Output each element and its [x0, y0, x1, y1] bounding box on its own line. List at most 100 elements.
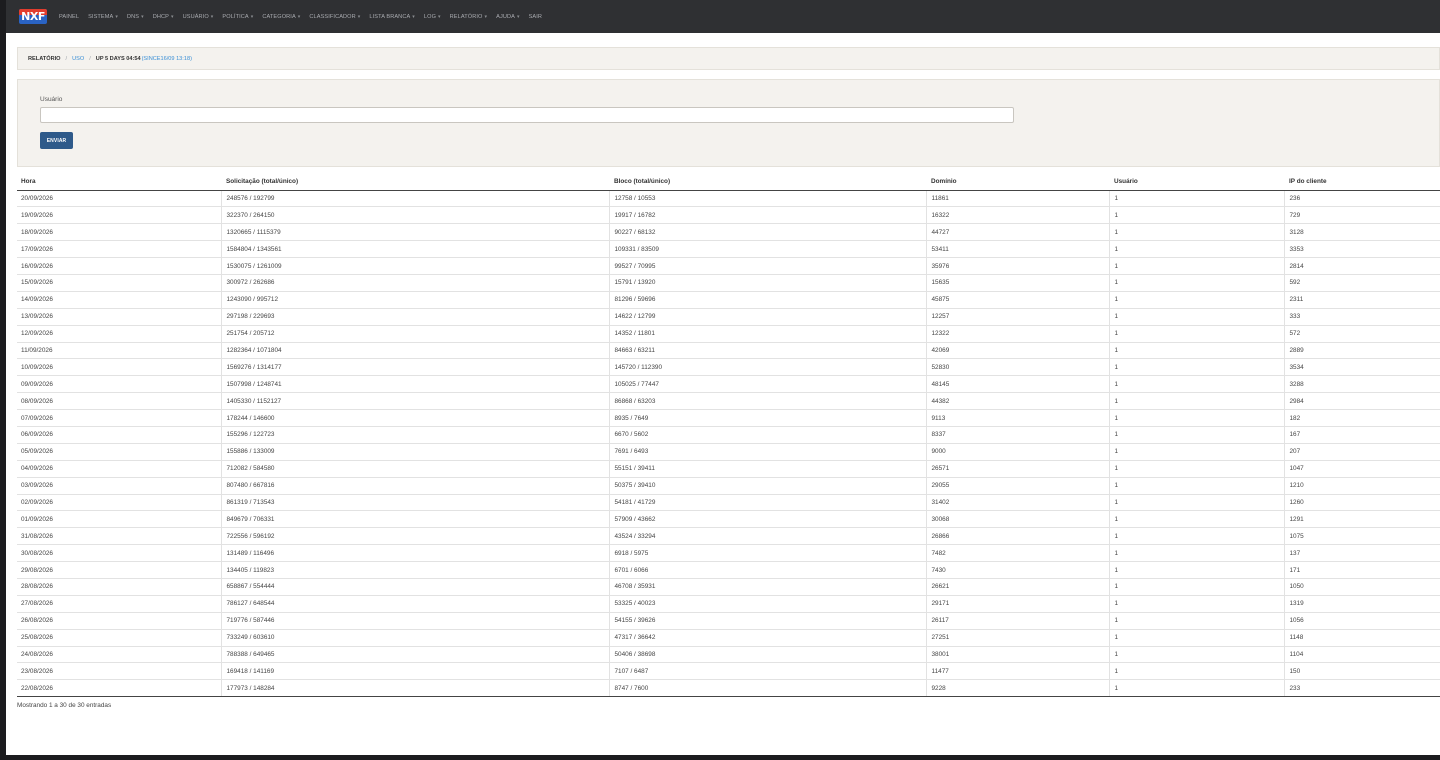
- nav-item-label: DHCP: [152, 13, 169, 20]
- table-cell: 8935 / 7649: [608, 409, 926, 427]
- table-cell: 322370 / 264150: [220, 206, 609, 225]
- table-cell: 57909 / 43662: [608, 510, 926, 529]
- table-cell: 3128: [1283, 223, 1440, 242]
- breadcrumb-relatorio[interactable]: RELATÓRIO: [28, 56, 61, 62]
- table-row: 24/08/2026 788388 / 649465 50406 / 38698 38…: [17, 646, 1440, 664]
- nav-item-classificador[interactable]: CLASSIFICADOR ▾: [309, 14, 360, 20]
- table-cell: 54181 / 41729: [608, 494, 926, 512]
- table-cell: 1: [1108, 375, 1284, 394]
- table-cell: 15/09/2026: [17, 274, 221, 292]
- table-row: 18/09/2026 1320665 / 1115379 90227 / 68132…: [17, 223, 1440, 242]
- nav-item-sair[interactable]: SAIR: [529, 14, 542, 20]
- table-cell: 1: [1108, 342, 1284, 360]
- nav-item-label: CATEGORIA: [262, 13, 296, 20]
- th-bloco[interactable]: Bloco (total/único): [609, 174, 926, 191]
- table-cell: 26621: [925, 578, 1109, 596]
- th-dominio[interactable]: Domínio: [926, 174, 1109, 191]
- table-cell: 109331 / 83509: [608, 240, 926, 259]
- table-cell: 12/09/2026: [17, 325, 221, 343]
- table-row: 29/08/2026 134405 / 119823 6701 / 6066 7430…: [17, 561, 1440, 579]
- table-cell: 14622 / 12799: [608, 308, 926, 326]
- chevron-down-icon: ▾: [297, 13, 301, 20]
- nav-item-ajuda[interactable]: AJUDA ▾: [496, 14, 519, 20]
- nav-item-categoria[interactable]: CATEGORIA ▾: [262, 14, 300, 20]
- nav-item-label: RELATÓRIO: [449, 13, 483, 20]
- chevron-down-icon: ▾: [210, 13, 214, 20]
- usuario-input[interactable]: [40, 107, 1014, 123]
- table-cell: 14352 / 11801: [608, 325, 926, 343]
- table-cell: 10/09/2026: [17, 358, 221, 377]
- table-cell: 1: [1108, 223, 1284, 242]
- table-row: 15/09/2026 300972 / 262686 15791 / 13920 15…: [17, 274, 1440, 292]
- table-cell: 297198 / 229693: [220, 308, 609, 326]
- table-cell: 1: [1108, 325, 1284, 343]
- nav-item-label: USUÁRIO: [182, 13, 209, 20]
- nav-item-dns[interactable]: DNS ▾: [127, 14, 144, 20]
- table-cell: 52830: [925, 358, 1109, 377]
- nav-item-sistema[interactable]: SISTEMA ▾: [88, 14, 118, 20]
- table-cell: 7691 / 6493: [608, 443, 926, 461]
- table-row: 25/08/2026 733249 / 603610 47317 / 36642 27…: [17, 629, 1440, 647]
- nxf-logo[interactable]: NXF: [19, 9, 47, 24]
- table-cell: 81296 / 59696: [608, 291, 926, 309]
- table-cell: 12257: [925, 308, 1109, 326]
- nav-item-lista-branca[interactable]: LISTA BRANCA ▾: [369, 14, 415, 20]
- nav-item-dhcp[interactable]: DHCP ▾: [153, 14, 174, 20]
- table-cell: 131489 / 116496: [220, 544, 609, 563]
- table-cell: 1210: [1283, 477, 1440, 495]
- table-cell: 11861: [925, 190, 1109, 208]
- th-usuario[interactable]: Usuário: [1109, 174, 1284, 191]
- table-cell: 719776 / 587446: [220, 612, 609, 630]
- table-cell: 19917 / 16782: [608, 206, 926, 225]
- nav-item-usu-rio[interactable]: USUÁRIO ▾: [183, 14, 214, 20]
- th-solicitacao[interactable]: Solicitação (total/único): [221, 174, 609, 191]
- breadcrumb-uso[interactable]: USO: [72, 56, 84, 62]
- nav-item-painel[interactable]: PAINEL: [59, 14, 79, 20]
- table-cell: 786127 / 648544: [220, 595, 609, 613]
- table-cell: 12758 / 10553: [608, 190, 926, 208]
- th-ip-cliente[interactable]: IP do cliente: [1284, 174, 1440, 191]
- enviar-button[interactable]: ENVIAR: [40, 132, 73, 149]
- uptime-since: (SINCE16/09 13:18): [141, 55, 192, 62]
- chevron-down-icon: ▾: [170, 13, 174, 20]
- table-cell: 1: [1108, 578, 1284, 596]
- table-cell: 29171: [925, 595, 1109, 613]
- table-cell: 1: [1108, 494, 1284, 512]
- table-row: 08/09/2026 1405330 / 1152127 86868 / 63203…: [17, 392, 1440, 411]
- table-cell: 8337: [925, 426, 1109, 444]
- nav-item-relat-rio[interactable]: RELATÓRIO ▾: [450, 14, 487, 20]
- table-cell: 1104: [1283, 646, 1440, 664]
- table-cell: 7107 / 6487: [608, 662, 926, 681]
- table-cell: 145720 / 112390: [608, 358, 926, 377]
- table-info: Mostrando 1 a 30 de 30 entradas: [17, 702, 112, 709]
- table-cell: 3353: [1283, 240, 1440, 259]
- nav-item-log[interactable]: LOG ▾: [424, 14, 441, 20]
- table-cell: 15791 / 13920: [608, 274, 926, 292]
- th-hora[interactable]: Hora: [17, 174, 221, 191]
- table-cell: 1: [1108, 409, 1284, 427]
- table-cell: 1282364 / 1071804: [220, 342, 609, 360]
- table-cell: 849679 / 706331: [220, 510, 609, 529]
- table-cell: 1: [1108, 190, 1284, 208]
- table-cell: 233: [1283, 679, 1440, 698]
- table-cell: 1: [1108, 206, 1284, 225]
- table-cell: 572: [1283, 325, 1440, 343]
- nav-item-pol-tica[interactable]: POLÍTICA ▾: [222, 14, 253, 20]
- table-cell: 6918 / 5975: [608, 544, 926, 563]
- table-cell: 53411: [925, 240, 1109, 259]
- table-cell: 2984: [1283, 392, 1440, 411]
- table-row: 22/08/2026 177973 / 148284 8747 / 7600 9228…: [17, 679, 1440, 698]
- table-cell: 1: [1108, 477, 1284, 495]
- table-row: 09/09/2026 1507998 / 1248741 105025 / 7744…: [17, 375, 1440, 394]
- table-cell: 300972 / 262686: [220, 274, 609, 292]
- table-cell: 11/09/2026: [17, 342, 221, 360]
- table-cell: 1: [1108, 510, 1284, 529]
- table-cell: 1056: [1283, 612, 1440, 630]
- table-cell: 28/08/2026: [17, 578, 221, 596]
- breadcrumb-separator: /: [65, 55, 68, 62]
- table-row: 16/09/2026 1530075 / 1261009 99527 / 70995…: [17, 257, 1440, 275]
- table-cell: 02/09/2026: [17, 494, 221, 512]
- table-cell: 178244 / 146600: [220, 409, 609, 427]
- table-row: 17/09/2026 1584804 / 1343561 109331 / 8350…: [17, 240, 1440, 259]
- table-row: 02/09/2026 861319 / 713543 54181 / 41729 31…: [17, 494, 1440, 512]
